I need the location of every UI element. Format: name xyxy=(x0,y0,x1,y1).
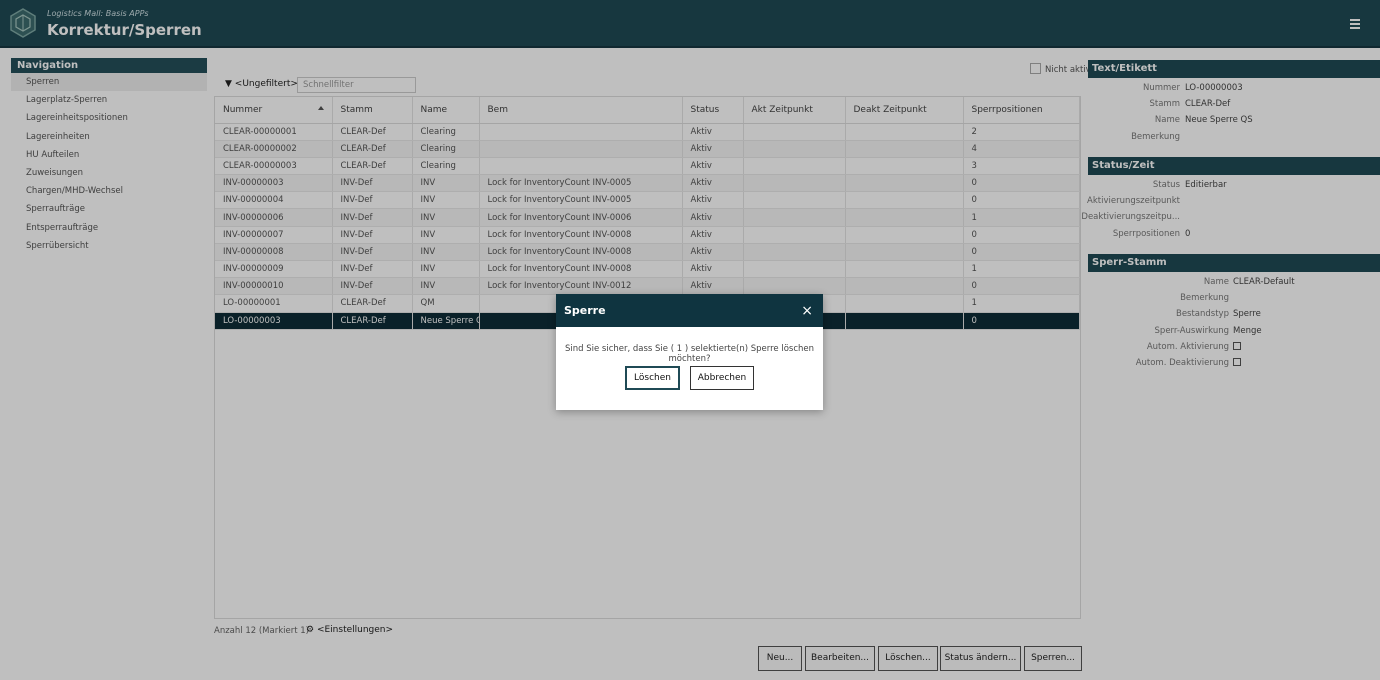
dialog-header: Sperre × xyxy=(556,294,823,327)
confirm-loeschen-button[interactable]: Löschen xyxy=(625,366,680,390)
confirm-delete-dialog: Sperre × Sind Sie sicher, dass Sie ( 1 )… xyxy=(556,294,823,410)
abbrechen-button[interactable]: Abbrechen xyxy=(690,366,754,390)
dialog-message: Sind Sie sicher, dass Sie ( 1 ) selektie… xyxy=(564,344,815,364)
close-icon[interactable]: × xyxy=(801,304,813,318)
dialog-title: Sperre xyxy=(564,304,606,317)
